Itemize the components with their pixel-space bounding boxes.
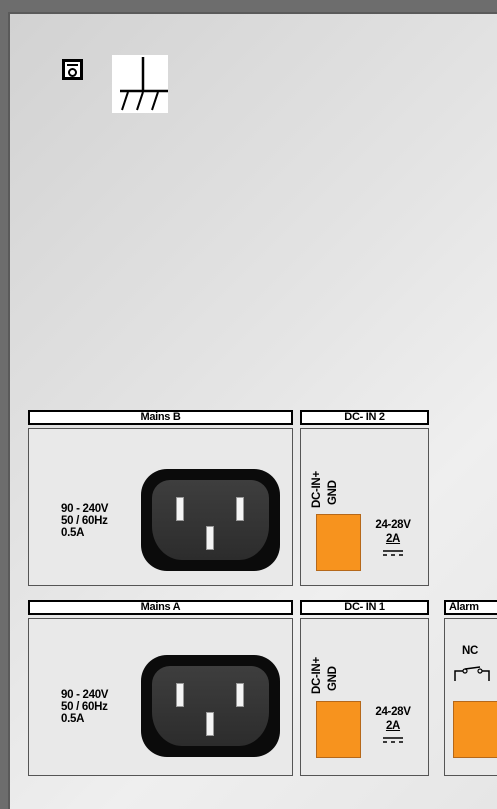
protective-earth-icon (112, 55, 168, 113)
dc-in2-header: DC- IN 2 (300, 410, 429, 425)
mains-b-voltage: 90 - 240V (61, 503, 109, 515)
rear-panel: Mains B 90 - 240V 50 / 60Hz 0.5A DC- IN … (8, 12, 497, 809)
mains-a-label: Mains A (140, 601, 181, 613)
mains-a-header: Mains A (28, 600, 293, 615)
dc-symbol-icon (383, 737, 403, 743)
mains-a-current: 0.5A (61, 713, 85, 725)
mains-b-module: 90 - 240V 50 / 60Hz 0.5A (28, 428, 293, 586)
mains-a-module: 90 - 240V 50 / 60Hz 0.5A (28, 618, 293, 776)
dc-in2-label: DC- IN 2 (344, 411, 385, 423)
dc-in2-terminal[interactable] (316, 514, 361, 571)
mains-b-label: Mains B (140, 411, 181, 423)
dc-in2-module: DC-IN+ GND 24-28V 2A (300, 428, 429, 586)
dc-in1-label: DC- IN 1 (344, 601, 385, 613)
mains-a-voltage: 90 - 240V (61, 689, 109, 701)
fuse-icon (62, 59, 83, 80)
dc-in1-voltage: 24-28V (375, 706, 411, 718)
mains-a-frequency: 50 / 60Hz (61, 701, 108, 713)
mains-b-current: 0.5A (61, 527, 85, 539)
alarm-terminal[interactable] (453, 701, 497, 758)
dc-symbol-icon (383, 550, 403, 556)
mains-b-frequency: 50 / 60Hz (61, 515, 108, 527)
dc-in1-header: DC- IN 1 (300, 600, 429, 615)
dc-in1-module: DC-IN+ GND 24-28V 2A (300, 618, 429, 776)
dc-in2-pin-gnd: GND (327, 480, 339, 505)
alarm-header: Alarm (444, 600, 497, 615)
alarm-module: NC (444, 618, 497, 776)
dc-in2-current: 2A (385, 533, 401, 545)
nc-contact-icon (454, 666, 490, 681)
dc-in1-terminal[interactable] (316, 701, 361, 758)
dc-in2-voltage: 24-28V (375, 519, 411, 531)
mains-b-iec-socket[interactable] (141, 469, 280, 571)
mains-a-iec-socket[interactable] (141, 655, 280, 757)
dc-in1-current: 2A (385, 720, 401, 732)
alarm-contact-type: NC (462, 645, 479, 657)
dc-in2-pin-plus: DC-IN+ (311, 471, 323, 508)
dc-in1-pin-gnd: GND (327, 666, 339, 691)
alarm-label: Alarm (449, 601, 479, 613)
mains-b-header: Mains B (28, 410, 293, 425)
dc-in1-pin-plus: DC-IN+ (311, 657, 323, 694)
